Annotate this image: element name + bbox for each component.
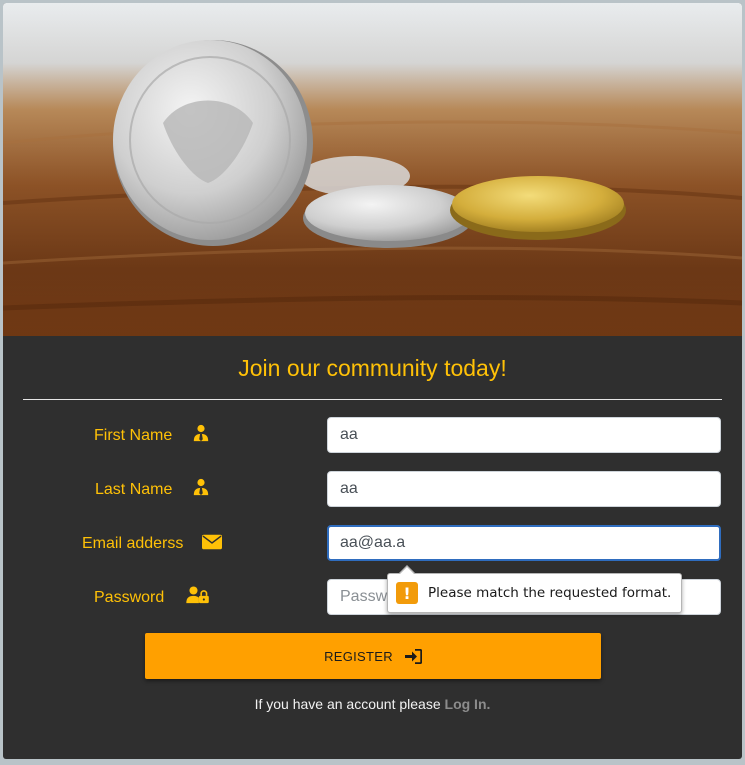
register-label: REGISTER (324, 648, 393, 664)
user-lock-icon (186, 586, 209, 604)
login-prompt: If you have an account please Log In. (3, 696, 742, 712)
user-tie-icon (193, 424, 209, 442)
sign-in-icon (404, 648, 422, 664)
registration-card: Join our community today! First Name Las… (3, 3, 742, 759)
login-link[interactable]: Log In. (445, 696, 491, 712)
password-label: Password (94, 589, 165, 606)
page-title: Join our community today! (238, 355, 507, 381)
validation-tooltip: ! Please match the requested format. (387, 565, 683, 613)
first-name-input[interactable] (327, 417, 721, 453)
coins-hero-image (3, 3, 742, 336)
last-name-input[interactable] (327, 471, 721, 507)
validation-message: Please match the requested format. (428, 585, 672, 601)
email-input[interactable] (327, 525, 721, 561)
email-label: Email adderss (82, 535, 184, 552)
register-button[interactable]: REGISTER (145, 633, 601, 679)
first-name-label: First Name (94, 427, 173, 444)
title-divider (23, 399, 722, 400)
warning-icon: ! (396, 582, 418, 604)
login-prompt-text: If you have an account please (254, 696, 445, 712)
user-tie-icon (193, 478, 209, 496)
last-name-label: Last Name (95, 481, 173, 498)
envelope-icon (202, 534, 222, 550)
